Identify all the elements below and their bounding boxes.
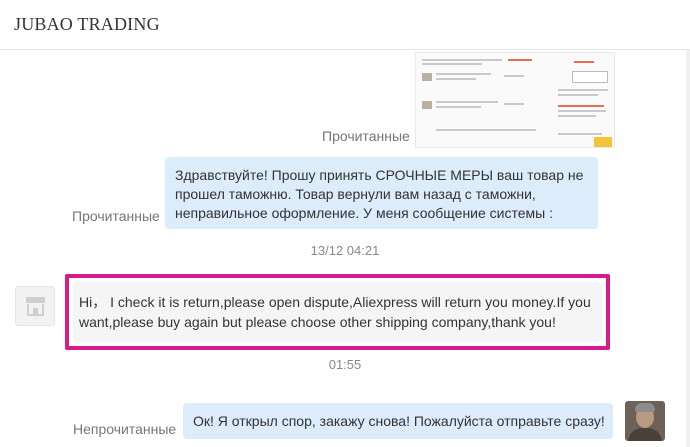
read-status: Прочитанные: [322, 128, 410, 144]
unread-status: Непрочитанные: [73, 421, 177, 437]
highlight-frame: Hi， I check it is return,please open dis…: [65, 274, 610, 350]
outgoing-message: Ок! Я открыл спор, закажу снова! Пожалуй…: [183, 403, 613, 439]
outgoing-message: Здравствуйте! Прошу принять СРОЧНЫЕ МЕРЫ…: [165, 157, 598, 229]
incoming-message: Hi， I check it is return,please open dis…: [73, 282, 602, 342]
read-status: Прочитанные: [72, 208, 160, 224]
message-timestamp: 01:55: [328, 357, 362, 372]
store-icon: [26, 297, 45, 303]
shop-name: JUBAO TRADING: [14, 14, 160, 34]
screenshot-image[interactable]: [415, 52, 615, 148]
chat-header: JUBAO TRADING: [0, 0, 690, 50]
shop-avatar: [15, 286, 55, 326]
message-timestamp: 13/12 04:21: [310, 243, 380, 258]
user-avatar[interactable]: [625, 401, 665, 441]
